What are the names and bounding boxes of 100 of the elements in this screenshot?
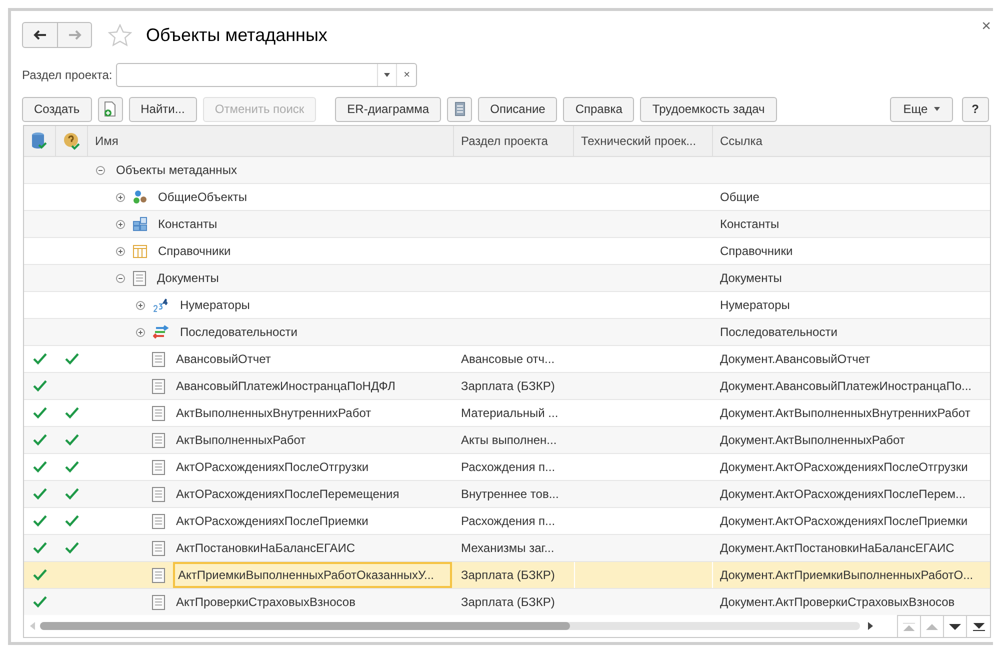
expand-icon[interactable] — [116, 220, 125, 228]
field-label: Раздел проекта: — [22, 67, 112, 84]
back-button[interactable] — [22, 22, 58, 48]
toolbar-button[interactable]: Описание — [478, 96, 558, 122]
circles-icon — [133, 190, 147, 204]
table-cell-text: Зарплата (БЗКР) — [460, 594, 556, 611]
toolbar-button[interactable]: Найти... — [128, 96, 197, 122]
table-cell-text: АктОРасхожденияхПослеПриемки — [175, 513, 370, 530]
table-cell-text: Расхождения п... — [460, 513, 556, 530]
table-icon — [133, 244, 147, 258]
expand-icon[interactable] — [116, 192, 125, 202]
numbers-icon — [153, 298, 169, 312]
down-arrow-icon — [949, 624, 961, 630]
up-arrow-icon — [926, 624, 938, 630]
squares-icon — [133, 217, 147, 231]
toolbar-button[interactable]: Трудоемкость задач — [640, 96, 777, 122]
expand-icon[interactable] — [136, 300, 145, 310]
document-icon — [152, 486, 165, 502]
table-cell-text: Расхождения п... — [460, 459, 556, 476]
table-cell-text: Документ.АктОРасхожденияхПослеПриемки — [719, 513, 969, 530]
document-icon — [152, 460, 165, 474]
close-button[interactable]: × — [982, 15, 991, 39]
table-cell-text: Общие — [719, 189, 760, 206]
table-cell-text: ОбщиеОбъекты — [157, 189, 248, 206]
help-button[interactable]: ? — [962, 96, 989, 122]
table-cell-text: Константы — [157, 216, 218, 233]
table-row[interactable]: АктПроверкиСтраховыхВзносов Зарплата (БЗКР) Документ.АктПроверкиСтраховыхВзносов — [24, 589, 990, 615]
table-row[interactable]: Объекты метаданных — [24, 157, 990, 184]
scroll-top-icon — [903, 622, 915, 630]
table-cell-text: АктПостановкиНаБалансЕГАИС — [175, 540, 356, 557]
table-cell-text: Зарплата (БЗКР) — [460, 378, 556, 395]
scroll-right-icon[interactable] — [868, 622, 873, 630]
table-cell-text: Константы — [719, 216, 780, 233]
toolbar-button[interactable]: ER-диаграмма — [335, 96, 442, 122]
table-cell-text: Материальный ... — [460, 405, 560, 422]
table-cell: АктПриемкиВыполненныхРаботОказанныхУ... — [173, 562, 452, 588]
table-row[interactable]: АвансовыйПлатежИностранцаПоНДФЛ Зарплата (БЗКР) Документ.АвансовыйПлатежИностранцаПо... — [24, 373, 990, 400]
table-cell-text: Документ.АвансовыйПлатежИностранцаПо... — [719, 378, 973, 395]
scroll-bottom-icon — [972, 622, 984, 630]
table-cell-text: Механизмы заг... — [460, 540, 556, 557]
table-cell-text: АктОРасхожденияхПослеОтгрузки — [175, 459, 370, 476]
table-cell-text: Нумераторы — [179, 297, 251, 314]
table-row[interactable]: Константы Константы — [24, 211, 990, 238]
star-icon[interactable] — [108, 24, 132, 46]
column-header[interactable]: Раздел проекта — [454, 126, 574, 156]
database-check-icon — [31, 132, 47, 150]
forward-arrow-icon — [68, 30, 82, 40]
collapse-icon[interactable] — [116, 274, 125, 282]
column-header[interactable]: Имя — [88, 126, 454, 156]
table-cell-text: АктОРасхожденияхПослеПеремещения — [175, 486, 400, 503]
table-cell-text: Документ.АктОРасхожденияхПослеПерем... — [719, 486, 967, 503]
table-cell-text: Документ.АктОРасхожденияхПослеОтгрузки — [719, 459, 969, 476]
table-row[interactable]: АктОРасхожденияхПослеПеремещения Внутреннее тов... Документ.АктОРасхожденияхПослеПерем... — [24, 481, 990, 508]
table-cell-text: Документ.АктПроверкиСтраховыхВзносов — [719, 594, 956, 611]
table-cell-text: Документ.АктВыполненныхРабот — [719, 432, 906, 449]
table-cell-text: АктПроверкиСтраховыхВзносов — [175, 594, 356, 611]
question-check-icon — [63, 132, 80, 150]
document-icon — [152, 352, 165, 366]
caret-icon — [384, 73, 390, 77]
column-header[interactable]: Технический проек... — [574, 126, 713, 156]
table-row[interactable]: Последовательности Последовательности — [24, 319, 990, 346]
window-title: Объекты метаданных — [146, 24, 328, 47]
expand-icon[interactable] — [116, 246, 125, 256]
table-cell-text: Последовательности — [179, 324, 298, 341]
table-cell-text: Документ.АктПриемкиВыполненныхРаботО... — [719, 567, 974, 584]
toolbar-button[interactable]: Справка — [563, 96, 634, 122]
table-cell-text: Документ.АктПостановкиНаБалансЕГАИС — [719, 540, 956, 557]
document-icon — [152, 594, 165, 610]
table-row[interactable]: АктПриемкиВыполненныхРаботОказанныхУ... Зарплата (БЗКР) Документ.АктПриемкиВыполненныхРаботО... — [24, 562, 990, 589]
table-row[interactable]: АктПостановкиНаБалансЕГАИС Механизмы заг... Документ.АктПостановкиНаБалансЕГАИС — [24, 535, 990, 562]
document-icon — [152, 568, 165, 582]
back-arrow-icon — [33, 30, 47, 40]
table-cell-text: Авансовые отч... — [460, 351, 556, 368]
table-cell-text: АвансовыйОтчет — [175, 351, 272, 368]
document-icon — [152, 406, 165, 420]
project-section-field[interactable]: × — [116, 63, 418, 87]
expand-icon[interactable] — [136, 328, 145, 336]
collapse-icon[interactable] — [96, 166, 105, 174]
more-button[interactable]: Еще — [890, 96, 953, 122]
table-cell-text: Документы — [719, 270, 783, 287]
column-header[interactable]: Ссылка — [713, 126, 990, 156]
table-cell-text: Акты выполнен... — [460, 432, 558, 449]
arrows-icon — [153, 325, 169, 339]
table-row[interactable]: Документы Документы — [24, 265, 990, 292]
toolbar-button[interactable]: Создать — [22, 96, 92, 122]
clear-button[interactable]: × — [396, 64, 416, 86]
document-icon — [133, 270, 146, 286]
add-document-button[interactable] — [98, 96, 123, 122]
list-button[interactable] — [447, 96, 472, 122]
table-cell-text: Справочники — [157, 243, 232, 260]
table-cell-text: Последовательности — [719, 324, 838, 341]
table-cell-text: АктВыполненныхВнутреннихРабот — [175, 405, 372, 422]
list-icon — [454, 102, 465, 116]
document-icon — [152, 378, 165, 394]
table-cell-text: Зарплата (БЗКР) — [460, 567, 556, 584]
table-cell-text: Документы — [156, 270, 220, 287]
horizontal-scrollbar[interactable] — [40, 622, 860, 630]
table-row[interactable]: АктВыполненныхРабот Акты выполнен... Документ.АктВыполненныхРабот — [24, 427, 990, 454]
document-icon — [152, 514, 165, 528]
table-cell-text: Внутреннее тов... — [460, 486, 560, 503]
